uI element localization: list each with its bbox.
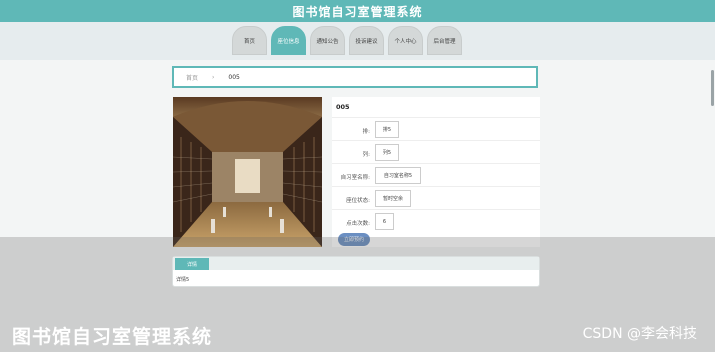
field-label: 座位状态: — [346, 198, 370, 204]
field-label: 点击次数: — [346, 221, 370, 227]
field-value: 自习室名称5 — [375, 167, 421, 184]
site-title: 图书馆自习室管理系统 — [292, 4, 423, 19]
field-value: 暂时空余 — [375, 190, 411, 207]
field-row: 点击次数: 6 — [332, 209, 540, 232]
nav-item-profile[interactable]: 个人中心 — [388, 26, 423, 55]
library-hall-image — [172, 97, 323, 247]
nav-item-seat-info[interactable]: 座位信息 — [271, 26, 306, 55]
tab-bar: 详情 — [173, 257, 539, 270]
field-row: 自习室名称: 自习室名称5 — [332, 163, 540, 186]
main-nav: 首页 座位信息 通知公告 投诉建议 个人中心 后台管理 — [232, 26, 462, 55]
tab-details[interactable]: 详情 — [175, 258, 209, 270]
seat-photo — [172, 97, 323, 247]
field-row: 列: 列5 — [332, 140, 540, 163]
tab-content: 详情5 — [176, 277, 190, 283]
scrollbar-thumb[interactable] — [711, 70, 714, 106]
field-row: 排: 排5 — [332, 117, 540, 140]
reserve-button[interactable]: 立即预约 — [338, 233, 370, 246]
field-label: 列: — [362, 152, 370, 158]
field-value: 列5 — [375, 144, 399, 161]
nav-item-complaints[interactable]: 投诉建议 — [349, 26, 384, 55]
field-value: 6 — [375, 213, 394, 230]
breadcrumb-current: 005 — [228, 73, 240, 81]
nav-item-notices[interactable]: 通知公告 — [310, 26, 345, 55]
seat-heading: 005 — [336, 103, 350, 111]
field-label: 自习室名称: — [340, 175, 370, 181]
field-row: 座位状态: 暂时空余 — [332, 186, 540, 209]
breadcrumb-home-link[interactable]: 首页 — [186, 73, 198, 82]
seat-info-panel: 005 排: 排5 列: 列5 自习室名称: 自习室名称5 座位状态: 暂时空余… — [332, 97, 540, 247]
nav-item-admin[interactable]: 后台管理 — [427, 26, 462, 55]
breadcrumb-separator-icon: › — [212, 73, 215, 81]
detail-tabs-panel: 详情 详情5 — [172, 256, 540, 287]
watermark-csdn: CSDN @李会科技 — [582, 326, 697, 342]
breadcrumb: 首页 › 005 — [172, 66, 538, 88]
nav-item-home[interactable]: 首页 — [232, 26, 267, 55]
field-label: 排: — [362, 129, 370, 135]
nav-bar: 首页 座位信息 通知公告 投诉建议 个人中心 后台管理 — [0, 22, 715, 60]
top-header: 图书馆自习室管理系统 — [0, 0, 715, 22]
watermark-title: 图书馆自习室管理系统 — [12, 326, 213, 348]
field-value: 排5 — [375, 121, 399, 138]
